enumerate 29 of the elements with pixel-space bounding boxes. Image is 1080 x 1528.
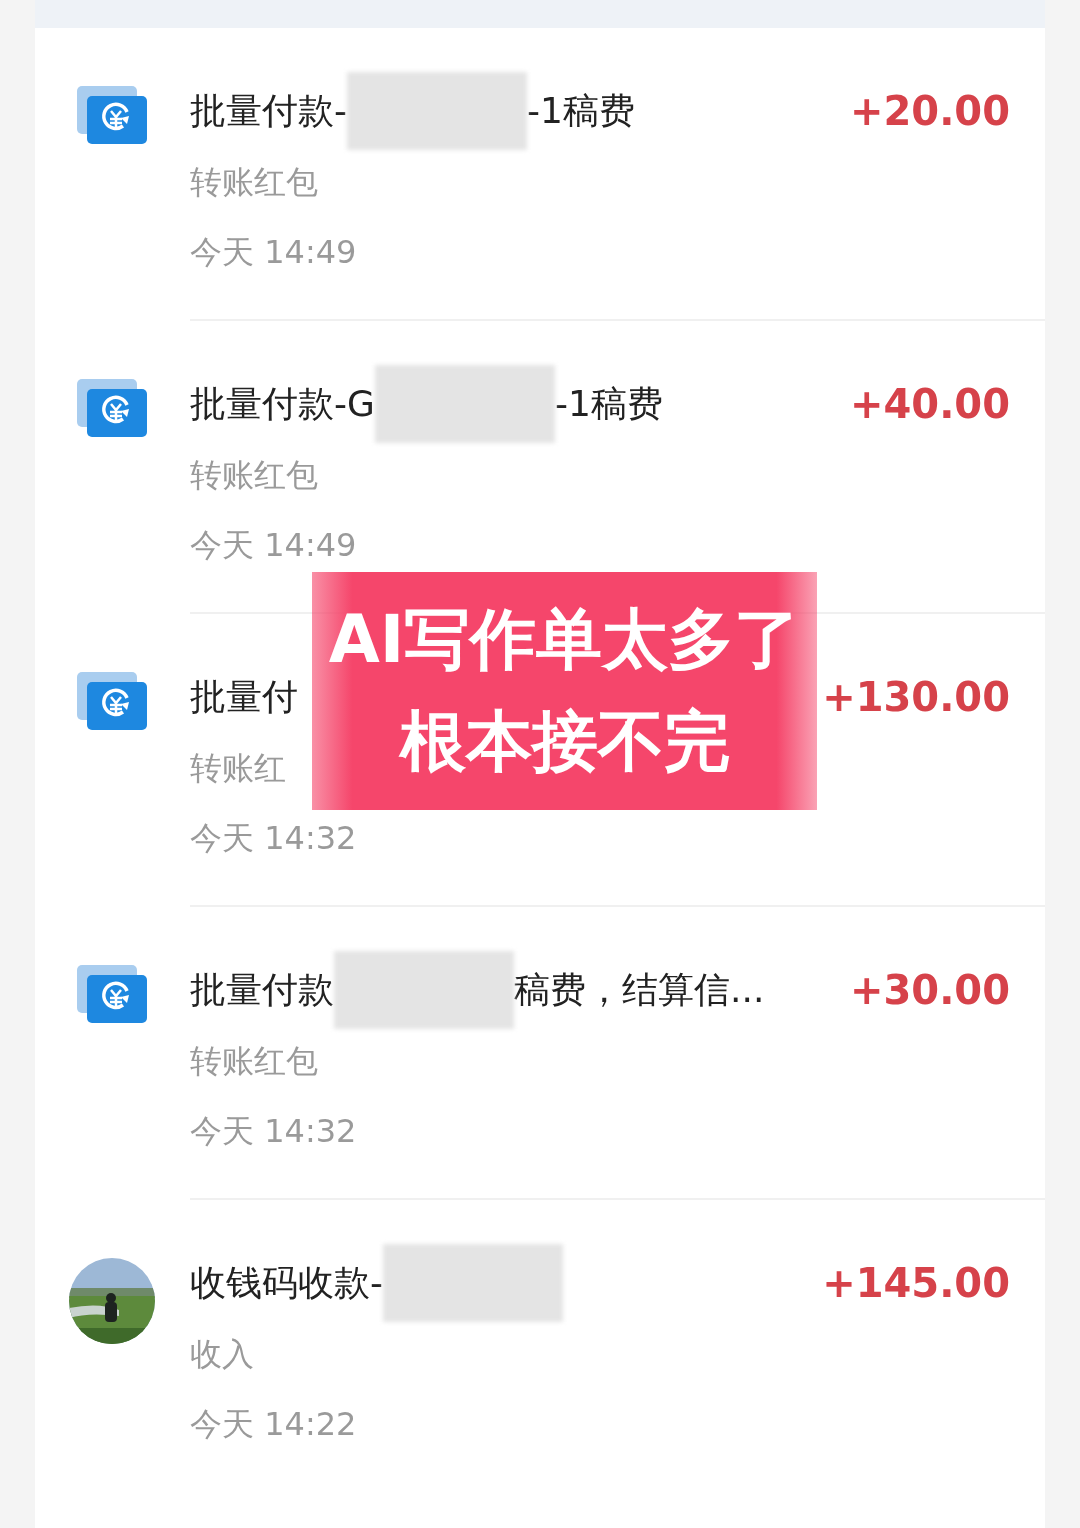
yen-transfer-icon xyxy=(77,965,149,1025)
transaction-title: -1稿费 xyxy=(554,382,663,426)
amount: +30.00 xyxy=(849,966,1010,1015)
transaction-title: 批量付 xyxy=(190,675,298,719)
transaction-time: 今天 14:49 xyxy=(190,232,357,273)
caption-text: 根本接不完 xyxy=(399,702,730,782)
transaction-category: 转账红包 xyxy=(190,1041,318,1082)
amount: +20.00 xyxy=(849,87,1010,136)
transaction-time: 今天 14:32 xyxy=(190,1111,357,1152)
transaction-time: 今天 14:49 xyxy=(190,525,357,566)
transaction-title: 批量付款-G xyxy=(190,382,375,426)
yen-transfer-icon xyxy=(77,672,149,732)
transaction-time: 今天 14:22 xyxy=(190,1404,357,1445)
caption-text: AI写作单太多了 xyxy=(328,600,801,680)
transaction-category: 转账红 xyxy=(190,748,286,789)
transaction-time: 今天 14:32 xyxy=(190,818,357,859)
transaction-title: -1稿费 xyxy=(527,89,635,133)
transaction-title: 稿费，结算信... xyxy=(514,968,765,1012)
amount: +130.00 xyxy=(822,673,1010,722)
transaction-category: 转账红包 xyxy=(190,162,318,203)
amount: +40.00 xyxy=(849,380,1010,429)
amount: +145.00 xyxy=(822,1259,1010,1308)
transaction-title: 批量付款 xyxy=(190,968,334,1012)
transaction-category: 收入 xyxy=(190,1334,254,1375)
transaction-title: 收钱码收款- xyxy=(190,1261,383,1305)
transaction-title: 批量付款- xyxy=(190,89,347,133)
transaction-category: 转账红包 xyxy=(190,455,318,496)
yen-transfer-icon xyxy=(77,379,149,439)
yen-transfer-icon xyxy=(77,86,149,146)
